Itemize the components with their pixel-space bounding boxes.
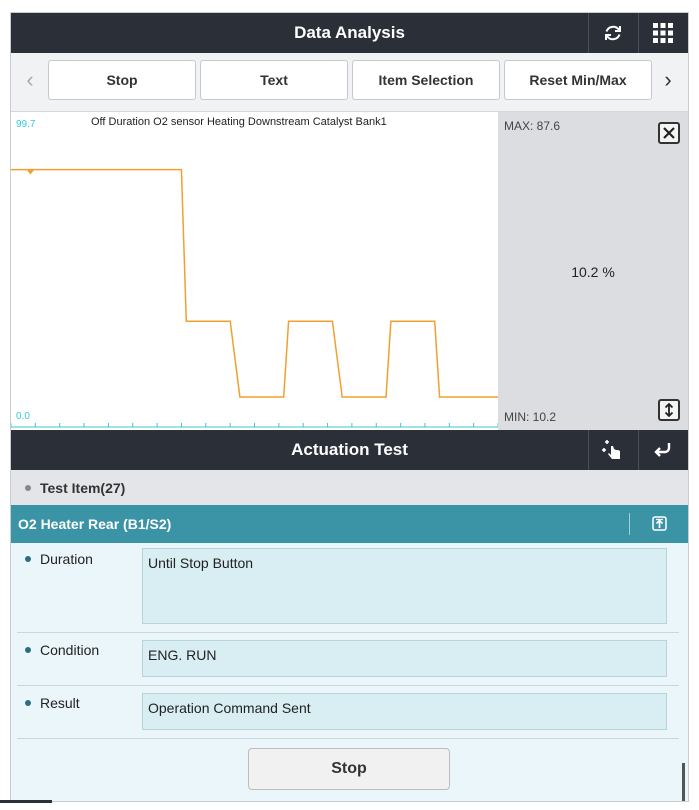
current-value: 10.2 % bbox=[571, 264, 615, 280]
condition-label-text: Condition bbox=[40, 642, 100, 658]
resize-graph-button[interactable] bbox=[658, 399, 680, 421]
title-bar: Data Analysis bbox=[11, 13, 688, 53]
duration-label: Duration bbox=[25, 551, 93, 567]
item-selection-button[interactable]: Item Selection bbox=[352, 60, 500, 100]
reset-min-max-button[interactable]: Reset Min/Max bbox=[504, 60, 652, 100]
bullet-icon bbox=[25, 556, 31, 562]
page-title: Data Analysis bbox=[294, 23, 405, 42]
graph-side-panel: MAX: 87.6 10.2 % MIN: 10.2 bbox=[498, 112, 688, 430]
collapse-button[interactable] bbox=[652, 516, 667, 534]
series-line bbox=[11, 168, 498, 398]
test-item-header[interactable]: Test Item(27) bbox=[11, 470, 688, 505]
close-graph-button[interactable] bbox=[658, 122, 680, 144]
chevron-left-icon[interactable]: ‹ bbox=[15, 60, 45, 100]
stop-button[interactable]: Stop bbox=[248, 748, 450, 790]
max-value: MAX: 87.6 bbox=[504, 119, 561, 133]
gesture-button[interactable] bbox=[588, 430, 637, 470]
result-row: Result Operation Command Sent bbox=[17, 686, 679, 739]
actuation-header: Actuation Test bbox=[11, 430, 688, 470]
line-chart bbox=[11, 168, 498, 428]
duration-row: Duration Until Stop Button bbox=[17, 543, 679, 633]
divider bbox=[629, 513, 630, 535]
stop-graph-button[interactable]: Stop bbox=[48, 60, 196, 100]
return-button[interactable] bbox=[638, 430, 687, 470]
scrollbar[interactable] bbox=[682, 763, 685, 801]
text-view-button[interactable]: Text bbox=[200, 60, 348, 100]
start-marker bbox=[26, 169, 35, 175]
y-min-label: 0.0 bbox=[16, 411, 30, 422]
condition-label: Condition bbox=[25, 642, 99, 658]
close-icon bbox=[663, 127, 675, 139]
refresh-icon bbox=[605, 25, 621, 41]
touch-gesture-icon bbox=[602, 440, 620, 459]
bullet-icon bbox=[25, 700, 31, 706]
min-value: MIN: 10.2 bbox=[504, 410, 557, 424]
toolbar: ‹ Stop Text Item Selection Reset Min/Max… bbox=[11, 53, 688, 112]
selected-test-item[interactable]: O2 Heater Rear (B1/S2) bbox=[11, 505, 688, 543]
condition-value: ENG. RUN bbox=[142, 640, 667, 677]
actuation-title: Actuation Test bbox=[291, 440, 408, 459]
condition-row: Condition ENG. RUN bbox=[17, 633, 679, 686]
duration-label-text: Duration bbox=[40, 551, 93, 567]
window-corner bbox=[0, 800, 52, 803]
selected-test-label: O2 Heater Rear (B1/S2) bbox=[18, 516, 172, 532]
refresh-button[interactable] bbox=[588, 13, 637, 53]
chevron-right-icon[interactable]: › bbox=[653, 60, 683, 100]
result-label: Result bbox=[25, 695, 80, 711]
expand-vertical-icon bbox=[664, 403, 674, 417]
app-frame: Data Analysis ‹ Stop Text Item Selection… bbox=[10, 12, 689, 802]
result-label-text: Result bbox=[40, 695, 80, 711]
grid-menu-icon bbox=[653, 23, 673, 43]
menu-button[interactable] bbox=[638, 13, 687, 53]
graph-area: 99.7 Off Duration O2 sensor Heating Down… bbox=[11, 112, 498, 430]
return-icon bbox=[654, 443, 671, 457]
actuation-content: Duration Until Stop Button Condition ENG… bbox=[11, 543, 688, 801]
duration-value: Until Stop Button bbox=[142, 548, 667, 624]
test-item-count: Test Item(27) bbox=[40, 479, 126, 496]
collapse-up-icon bbox=[652, 516, 667, 531]
result-value: Operation Command Sent bbox=[142, 693, 667, 730]
bullet-icon bbox=[25, 647, 31, 653]
bullet-icon bbox=[25, 484, 31, 491]
